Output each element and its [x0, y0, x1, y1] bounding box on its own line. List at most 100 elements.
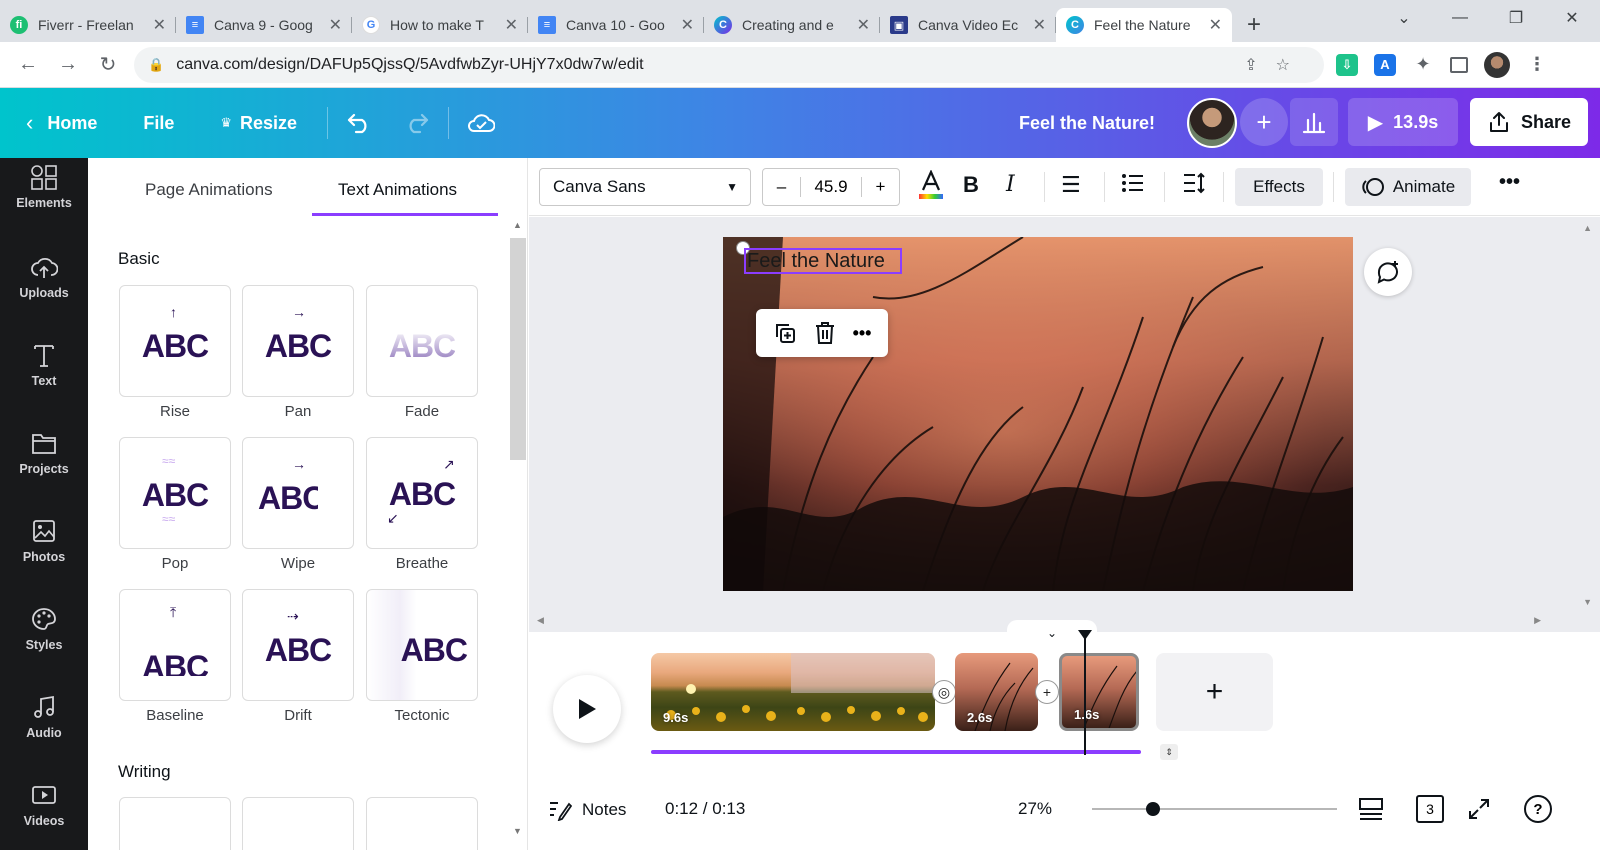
browser-tab[interactable]: ▣ Canva Video Ec ✕ [880, 8, 1056, 42]
close-tab-icon[interactable]: ✕ [505, 15, 518, 35]
transition-button[interactable]: ◎ [932, 680, 956, 704]
timeline-progress-bar[interactable] [651, 750, 1141, 754]
animation-card-rise[interactable]: ↑ ABC [119, 285, 231, 397]
sidebar-item-styles[interactable]: Styles [0, 606, 88, 652]
sidebar-item-photos[interactable]: Photos [0, 518, 88, 564]
extension-download-icon[interactable]: ⇩ [1336, 53, 1358, 76]
zoom-percentage[interactable]: 27% [1018, 799, 1052, 819]
animation-card-breathe[interactable]: ↗ ABC ↙ [366, 437, 478, 549]
animation-card[interactable] [119, 797, 231, 850]
file-menu-button[interactable]: File [143, 113, 174, 134]
tab-search-icon[interactable]: ⌄ [1376, 8, 1432, 28]
timeline-clip[interactable]: 2.6s [955, 653, 1038, 731]
duplicate-icon[interactable] [773, 321, 797, 345]
browser-tab[interactable]: ≡ Canva 9 - Goog ✕ [176, 8, 352, 42]
timeline-clip-selected[interactable]: 1.6s [1059, 653, 1139, 731]
cloud-save-button[interactable] [467, 112, 496, 134]
animation-card-pop[interactable]: ≈≈ ABC ≈≈ [119, 437, 231, 549]
close-tab-icon[interactable]: ✕ [1209, 15, 1222, 35]
scroll-down-icon[interactable]: ▼ [1583, 597, 1592, 607]
browser-tab[interactable]: G How to make T ✕ [352, 8, 528, 42]
avatar[interactable] [1187, 98, 1237, 148]
forward-icon[interactable]: → [48, 53, 88, 76]
close-tab-icon[interactable]: ✕ [1033, 15, 1046, 35]
effects-button[interactable]: Effects [1235, 168, 1323, 206]
decrease-size-button[interactable]: – [763, 177, 801, 197]
puzzle-icon[interactable]: ✦ [1412, 54, 1434, 76]
back-icon[interactable]: ← [8, 53, 48, 76]
audio-track-toggle-icon[interactable]: ⇕ [1160, 744, 1178, 760]
sidebar-item-uploads[interactable]: Uploads [0, 254, 88, 300]
sidebar-item-projects[interactable]: Projects [0, 430, 88, 476]
trash-icon[interactable] [814, 321, 836, 345]
animate-button[interactable]: Animate [1345, 168, 1471, 206]
insights-button[interactable] [1290, 98, 1338, 146]
tab-text-animations[interactable]: Text Animations [338, 180, 457, 200]
sidepanel-icon[interactable] [1450, 56, 1468, 73]
add-collaborator-button[interactable]: + [1240, 98, 1288, 146]
font-size-input[interactable]: 45.9 [801, 177, 861, 197]
animation-card-baseline[interactable]: ⤒ ABC [119, 589, 231, 701]
add-page-button[interactable]: + [1156, 653, 1273, 731]
share-button[interactable]: Share [1470, 98, 1588, 146]
sidebar-item-elements[interactable]: Elements [0, 164, 88, 210]
animation-card[interactable] [366, 797, 478, 850]
url-field[interactable]: 🔒 canva.com/design/DAFUp5QjssQ/5AvdfwbZy… [134, 46, 1324, 83]
grid-view-button[interactable] [1358, 797, 1384, 821]
close-tab-icon[interactable]: ✕ [329, 15, 342, 35]
scroll-right-icon[interactable]: ▶ [1534, 615, 1541, 626]
align-button[interactable]: ☰ [1061, 172, 1081, 198]
font-family-select[interactable]: Canva Sans ▼ [539, 168, 751, 206]
italic-button[interactable]: I [1006, 172, 1015, 197]
animation-card-fade[interactable]: ABC [366, 285, 478, 397]
close-tab-icon[interactable]: ✕ [681, 15, 694, 35]
redo-button[interactable] [404, 112, 430, 134]
design-title[interactable]: Feel the Nature! [1019, 113, 1155, 134]
home-button[interactable]: ‹ Home [26, 110, 97, 136]
resize-button[interactable]: ♛ Resize [220, 113, 297, 134]
playhead[interactable] [1078, 630, 1092, 755]
browser-tab[interactable]: ≡ Canva 10 - Goo ✕ [528, 8, 704, 42]
browser-tab-active[interactable]: C Feel the Nature ✕ [1056, 8, 1232, 42]
scroll-down-icon[interactable]: ▼ [513, 826, 522, 836]
sidebar-item-text[interactable]: Text [0, 342, 88, 388]
undo-button[interactable] [346, 112, 372, 134]
close-tab-icon[interactable]: ✕ [153, 15, 166, 35]
animation-card[interactable] [242, 797, 354, 850]
animation-card-pan[interactable]: → ABC [242, 285, 354, 397]
more-menu-icon[interactable]: ⋮ [1526, 54, 1548, 76]
selected-text-element[interactable]: Feel the Nature [744, 248, 902, 274]
animation-card-tectonic[interactable]: ABC [366, 589, 478, 701]
help-button[interactable]: ? [1524, 795, 1552, 823]
page-count-button[interactable]: 3 [1416, 795, 1444, 823]
canvas-text[interactable]: Feel the Nature [747, 250, 885, 272]
notes-button[interactable]: Notes [548, 799, 626, 821]
profile-avatar[interactable] [1484, 51, 1510, 78]
close-tab-icon[interactable]: ✕ [857, 15, 870, 35]
share-star-icons[interactable]: ⇪☆ [1244, 55, 1308, 75]
add-transition-button[interactable]: + [1035, 680, 1059, 704]
list-button[interactable] [1121, 172, 1145, 194]
timeline-play-button[interactable] [553, 675, 621, 743]
scroll-up-icon[interactable]: ▲ [513, 220, 522, 230]
play-button[interactable]: ▶ 13.9s [1348, 98, 1458, 146]
sidebar-item-audio[interactable]: Audio [0, 694, 88, 740]
browser-tab[interactable]: C Creating and e ✕ [704, 8, 880, 42]
more-options-button[interactable]: ••• [1499, 171, 1520, 194]
scroll-left-icon[interactable]: ◀ [537, 615, 544, 626]
new-tab-icon[interactable]: + [1236, 8, 1272, 42]
browser-tab[interactable]: fi Fiverr - Freelan ✕ [0, 8, 176, 42]
text-color-button[interactable] [918, 170, 944, 200]
animation-card-wipe[interactable]: → ABC [242, 437, 354, 549]
extension-translate-icon[interactable]: A [1374, 53, 1396, 76]
panel-scroll-thumb[interactable] [510, 238, 526, 460]
animation-card-drift[interactable]: ⇢ ABC [242, 589, 354, 701]
scroll-up-icon[interactable]: ▲ [1583, 223, 1592, 233]
minimize-icon[interactable]: — [1432, 9, 1488, 27]
add-comment-button[interactable] [1364, 248, 1412, 296]
tab-page-animations[interactable]: Page Animations [145, 180, 273, 200]
close-window-icon[interactable]: ✕ [1544, 8, 1600, 28]
font-size-stepper[interactable]: – 45.9 + [762, 168, 900, 206]
more-horizontal-icon[interactable]: ••• [853, 323, 872, 344]
bold-button[interactable]: B [963, 172, 979, 198]
